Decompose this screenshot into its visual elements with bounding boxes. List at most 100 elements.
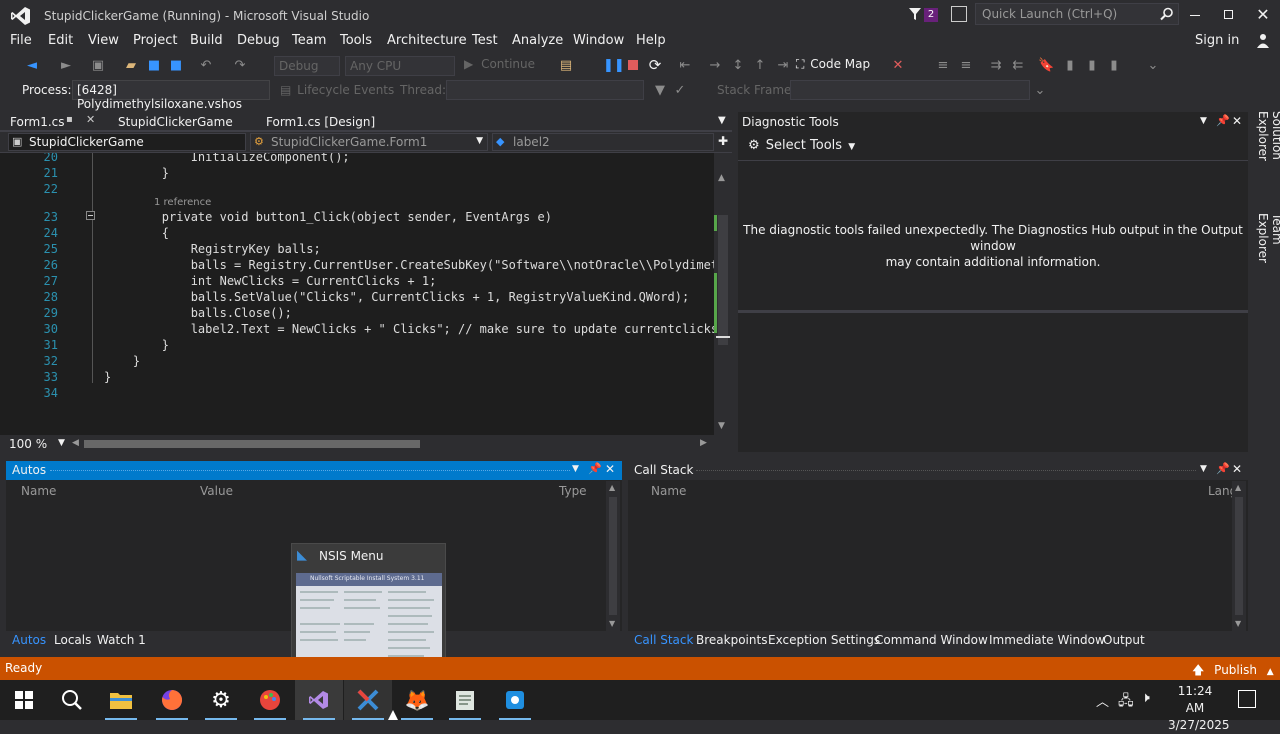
clear-bookmarks-icon[interactable]: ▮ xyxy=(1106,58,1122,74)
prev-bookmark-icon[interactable]: ▮ xyxy=(1062,58,1078,74)
toolbar-options-icon[interactable]: ⌄ xyxy=(1145,58,1161,74)
save-all-icon[interactable]: ■ xyxy=(168,58,184,74)
quick-launch-input[interactable]: Quick Launch (Ctrl+Q) xyxy=(975,3,1179,25)
step-over-icon[interactable]: ↕ xyxy=(730,58,746,74)
undo-icon[interactable]: ↶ xyxy=(198,58,214,74)
minimize-button[interactable] xyxy=(1180,0,1210,30)
settings-taskbar-button[interactable]: ⚙ xyxy=(197,680,245,720)
visual-studio-taskbar-button[interactable] xyxy=(295,680,343,720)
scroll-thumb[interactable] xyxy=(718,215,728,345)
close-icon[interactable]: ✕ xyxy=(605,462,615,476)
publish-button[interactable]: 🡅 Publish ▲ xyxy=(1192,661,1274,677)
lifecycle-events-button[interactable]: ▤ Lifecycle Events xyxy=(280,83,394,97)
pause-icon[interactable]: ❚❚ xyxy=(603,58,625,74)
autos-scrollbar[interactable]: ▲ ▼ xyxy=(606,481,620,631)
editor-vertical-scrollbar[interactable]: ▲ ▼ xyxy=(714,153,732,435)
select-tools-button[interactable]: ⚙ Select Tools ▼ xyxy=(748,138,855,156)
menu-file[interactable]: File xyxy=(10,33,32,48)
tab-command-window[interactable]: Command Window xyxy=(875,633,988,647)
nsis-taskbar-button[interactable] xyxy=(344,680,392,720)
menu-debug[interactable]: Debug xyxy=(237,33,280,48)
open-file-icon[interactable]: ▰ xyxy=(123,58,139,74)
pin-icon[interactable]: 📌 xyxy=(1216,462,1230,475)
start-button[interactable] xyxy=(0,680,48,720)
hscroll-thumb[interactable] xyxy=(84,440,420,448)
comment-icon[interactable]: ≡ xyxy=(935,58,951,74)
notepad-taskbar-button[interactable] xyxy=(441,680,489,720)
menu-tools[interactable]: Tools xyxy=(340,33,372,48)
tab-autos[interactable]: Autos xyxy=(12,633,46,647)
taskbar-search-button[interactable] xyxy=(48,680,96,720)
uncomment-icon[interactable]: ≡ xyxy=(958,58,974,74)
restore-button[interactable] xyxy=(1214,0,1244,30)
column-name[interactable]: Name xyxy=(21,484,56,498)
hex-display-icon[interactable]: ⇥ xyxy=(775,58,791,74)
pane-menu-icon[interactable]: ▼ xyxy=(1200,116,1207,126)
step-out-icon[interactable]: ↑ xyxy=(752,58,768,74)
scroll-right-icon[interactable]: ▶ xyxy=(700,438,707,448)
pin-icon[interactable]: 📌 xyxy=(588,462,602,475)
menu-build[interactable]: Build xyxy=(190,33,223,48)
tab-form1-cs[interactable]: Form1.cs ▪ ✕ xyxy=(0,112,104,132)
flag-threads-icon[interactable]: ✓ xyxy=(672,83,688,99)
tab-immediate-window[interactable]: Immediate Window xyxy=(989,633,1105,647)
process-select[interactable]: [6428] Polydimethylsiloxane.vshos xyxy=(72,80,270,111)
column-value[interactable]: Value xyxy=(200,484,233,498)
column-lang[interactable]: Lang xyxy=(1208,484,1232,498)
tab-overflow-icon[interactable]: ▼ xyxy=(718,115,726,126)
menu-architecture[interactable]: Architecture xyxy=(387,33,467,48)
bookmark-icon[interactable]: 🔖 xyxy=(1038,58,1054,74)
search-icon[interactable] xyxy=(1160,7,1174,21)
forward-icon[interactable]: ► xyxy=(58,58,74,74)
menu-edit[interactable]: Edit xyxy=(48,33,73,48)
class-dropdown[interactable]: ⚙ StupidClickerGame.Form1 ▼ xyxy=(250,133,488,151)
save-icon[interactable]: ■ xyxy=(146,58,162,74)
menu-window[interactable]: Window xyxy=(573,33,624,48)
member-dropdown[interactable]: ◆ label2 xyxy=(492,133,714,151)
menu-view[interactable]: View xyxy=(88,33,119,48)
account-icon[interactable] xyxy=(1256,33,1270,49)
codelens-reference[interactable]: 1 reference xyxy=(154,197,211,208)
scroll-up-icon[interactable]: ▲ xyxy=(718,173,725,183)
menu-team[interactable]: Team xyxy=(292,33,326,48)
code-editor[interactable]: 20 InitializeComponent(); 21 } 22 1 refe… xyxy=(0,153,714,435)
paint-taskbar-button[interactable] xyxy=(246,680,294,720)
notification-badge[interactable]: 2 xyxy=(924,8,938,22)
team-explorer-tab[interactable]: Team Explorer xyxy=(1256,213,1280,293)
pin-icon[interactable]: ▪ xyxy=(66,114,73,125)
menu-project[interactable]: Project xyxy=(133,33,177,48)
tab-stupidclickergame[interactable]: StupidClickerGame xyxy=(108,112,254,132)
column-type[interactable]: Type xyxy=(559,484,587,498)
indent-icon[interactable]: ⇉ xyxy=(988,58,1004,74)
app-taskbar-button[interactable] xyxy=(491,680,539,720)
show-next-statement-icon[interactable]: ⇤ xyxy=(677,58,693,74)
config-select[interactable]: Debug xyxy=(274,56,340,76)
thread-select[interactable] xyxy=(446,80,644,100)
clock[interactable]: 11:24 AM 3/27/2025 xyxy=(1168,683,1230,734)
gimp-taskbar-button[interactable]: 🦊 xyxy=(393,680,441,720)
tab-close-icon[interactable]: ✕ xyxy=(86,113,95,126)
back-icon[interactable]: ◄ xyxy=(24,58,40,74)
notifications-icon[interactable] xyxy=(1238,690,1256,708)
zoom-chevron-icon[interactable]: ▼ xyxy=(58,438,65,448)
breakpoints-toggle-icon[interactable]: ✕ xyxy=(890,58,906,74)
stack-frame-select[interactable] xyxy=(790,80,1030,100)
pane-menu-icon[interactable]: ▼ xyxy=(572,464,579,474)
debug-toolbar-options-icon[interactable]: ⌄ xyxy=(1032,83,1048,99)
filter-icon[interactable] xyxy=(908,7,922,21)
step-into-icon[interactable]: → xyxy=(707,58,723,74)
diagnostics-splitter[interactable] xyxy=(738,310,1248,313)
scroll-left-icon[interactable]: ◀ xyxy=(72,438,79,448)
network-icon[interactable]: 🖧 xyxy=(1118,690,1134,714)
call-stack-scrollbar[interactable]: ▲ ▼ xyxy=(1232,481,1246,631)
tab-form1-design[interactable]: Form1.cs [Design] xyxy=(256,112,406,132)
platform-select[interactable]: Any CPU xyxy=(345,56,455,76)
stop-debugging-button[interactable] xyxy=(628,60,638,70)
scroll-down-icon[interactable]: ▼ xyxy=(718,421,725,431)
pin-icon[interactable]: 📌 xyxy=(1216,114,1230,127)
close-window-button[interactable]: ✕ xyxy=(1248,0,1278,30)
sign-in-link[interactable]: Sign in xyxy=(1195,33,1239,48)
close-icon[interactable]: ✕ xyxy=(1232,114,1242,128)
redo-icon[interactable]: ↷ xyxy=(232,58,248,74)
file-explorer-taskbar-button[interactable] xyxy=(97,680,145,720)
